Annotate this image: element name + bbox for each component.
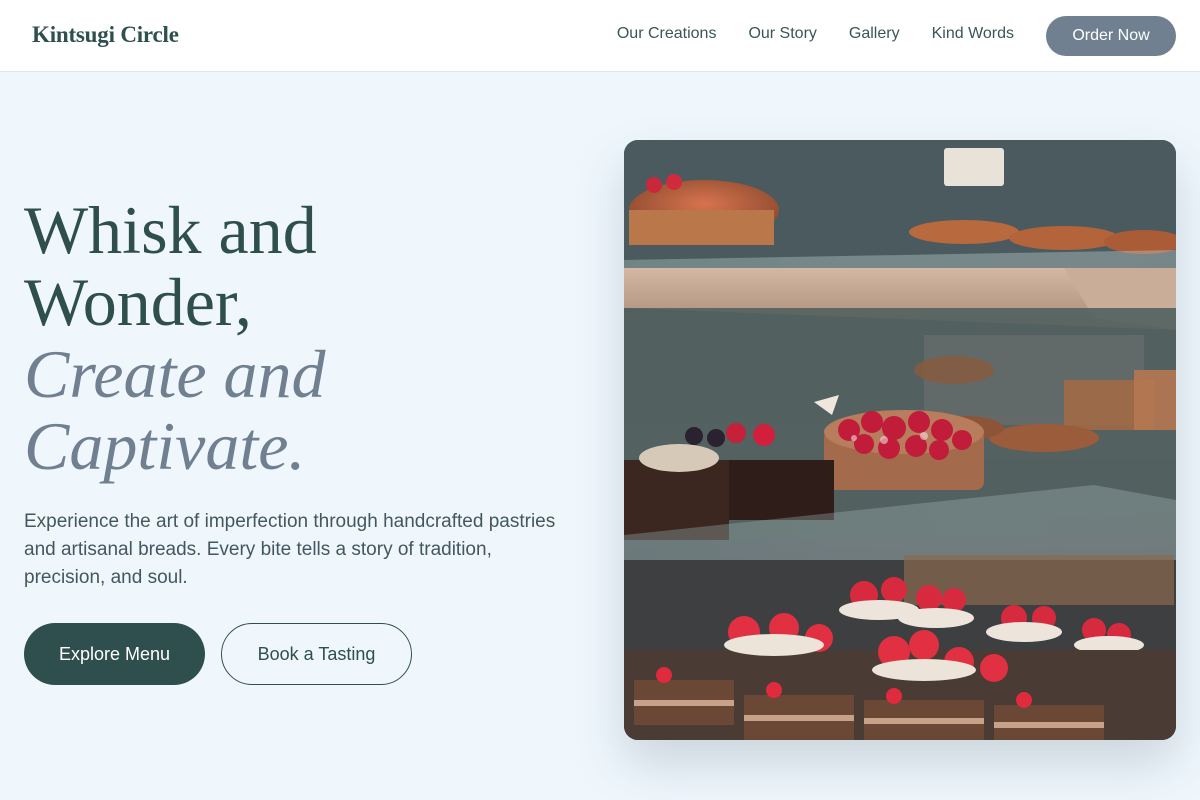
explore-menu-button[interactable]: Explore Menu — [24, 623, 205, 685]
main-nav: Our Creations Our Story Gallery Kind Wor… — [617, 25, 1014, 43]
nav-link-our-creations[interactable]: Our Creations — [617, 25, 717, 43]
nav-link-gallery[interactable]: Gallery — [849, 25, 900, 43]
hero-title: Whisk and Wonder, Create and Captivate. — [24, 194, 584, 482]
site-header: Kintsugi Circle Our Creations Our Story … — [0, 0, 1200, 72]
nav-link-our-story[interactable]: Our Story — [748, 25, 816, 43]
hero-title-line-3: Create and — [24, 336, 326, 412]
hero-description: Experience the art of imperfection throu… — [24, 511, 556, 588]
hero-title-line-4: Captivate. — [24, 408, 306, 484]
order-now-button[interactable]: Order Now — [1046, 16, 1176, 56]
nav-link-kind-words[interactable]: Kind Words — [932, 25, 1014, 43]
hero-title-line-1: Whisk and — [24, 192, 317, 268]
brand-logo[interactable]: Kintsugi Circle — [32, 22, 179, 48]
pastry-display-illustration — [624, 140, 1176, 740]
pastry-display-image — [624, 140, 1176, 740]
book-tasting-button[interactable]: Book a Tasting — [221, 623, 412, 685]
hero-title-line-2: Wonder, — [24, 264, 252, 340]
